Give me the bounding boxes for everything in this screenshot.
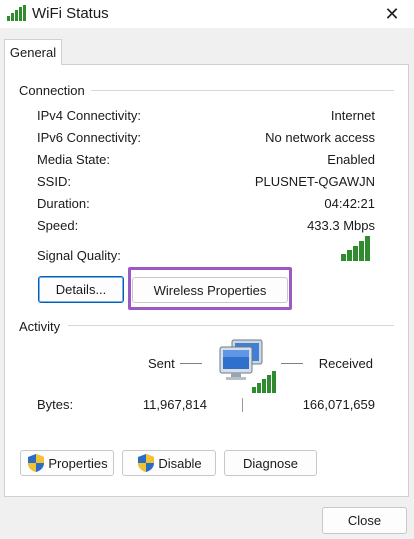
diagnose-button[interactable]: Diagnose: [224, 450, 317, 476]
duration-label: Duration:: [37, 196, 90, 211]
details-button[interactable]: Details...: [38, 276, 124, 303]
shield-icon: [28, 454, 45, 472]
network-computer-icon: [219, 339, 276, 393]
connection-group-label: Connection: [19, 83, 91, 98]
wireless-properties-button[interactable]: Wireless Properties: [132, 277, 288, 303]
duration-value: 04:42:21: [324, 196, 375, 211]
bytes-label: Bytes:: [37, 397, 74, 412]
connection-group-line: [86, 90, 394, 91]
signal-quality-label: Signal Quality:: [37, 248, 121, 263]
window-title: WiFi Status: [32, 5, 109, 22]
ipv6-label: IPv6 Connectivity:: [37, 130, 142, 145]
sent-label: Sent: [148, 356, 175, 371]
disable-button-label: Disable: [158, 455, 202, 471]
properties-button-label: Properties: [48, 455, 108, 471]
title-bar: WiFi Status ✕: [0, 0, 414, 28]
speed-value: 433.3 Mbps: [307, 218, 375, 233]
close-button[interactable]: Close: [322, 507, 407, 534]
bytes-received-value: 166,071,659: [302, 397, 375, 412]
ipv6-value: No network access: [265, 130, 375, 145]
sent-dash: [180, 363, 202, 364]
ssid-value: PLUSNET-QGAWJN: [254, 174, 375, 189]
media-state-label: Media State:: [37, 152, 110, 167]
shield-icon: [138, 454, 155, 472]
activity-separator: [242, 398, 243, 412]
ssid-label: SSID:: [37, 174, 71, 189]
wifi-signal-icon: [7, 5, 26, 21]
activity-group-label: Activity: [19, 319, 67, 334]
close-icon[interactable]: ✕: [370, 0, 414, 28]
activity-group-line: [68, 325, 394, 326]
properties-button[interactable]: Properties: [20, 450, 114, 476]
disable-button[interactable]: Disable: [122, 450, 216, 476]
bytes-sent-value: 11,967,814: [142, 397, 207, 412]
tab-general[interactable]: General: [4, 39, 62, 65]
signal-quality-bars-icon: [341, 236, 370, 261]
ipv4-label: IPv4 Connectivity:: [37, 108, 142, 123]
media-state-value: Enabled: [327, 152, 375, 167]
received-dash: [281, 363, 303, 364]
ipv4-value: Internet: [330, 108, 375, 123]
speed-label: Speed:: [37, 218, 79, 233]
received-label: Received: [318, 356, 373, 371]
